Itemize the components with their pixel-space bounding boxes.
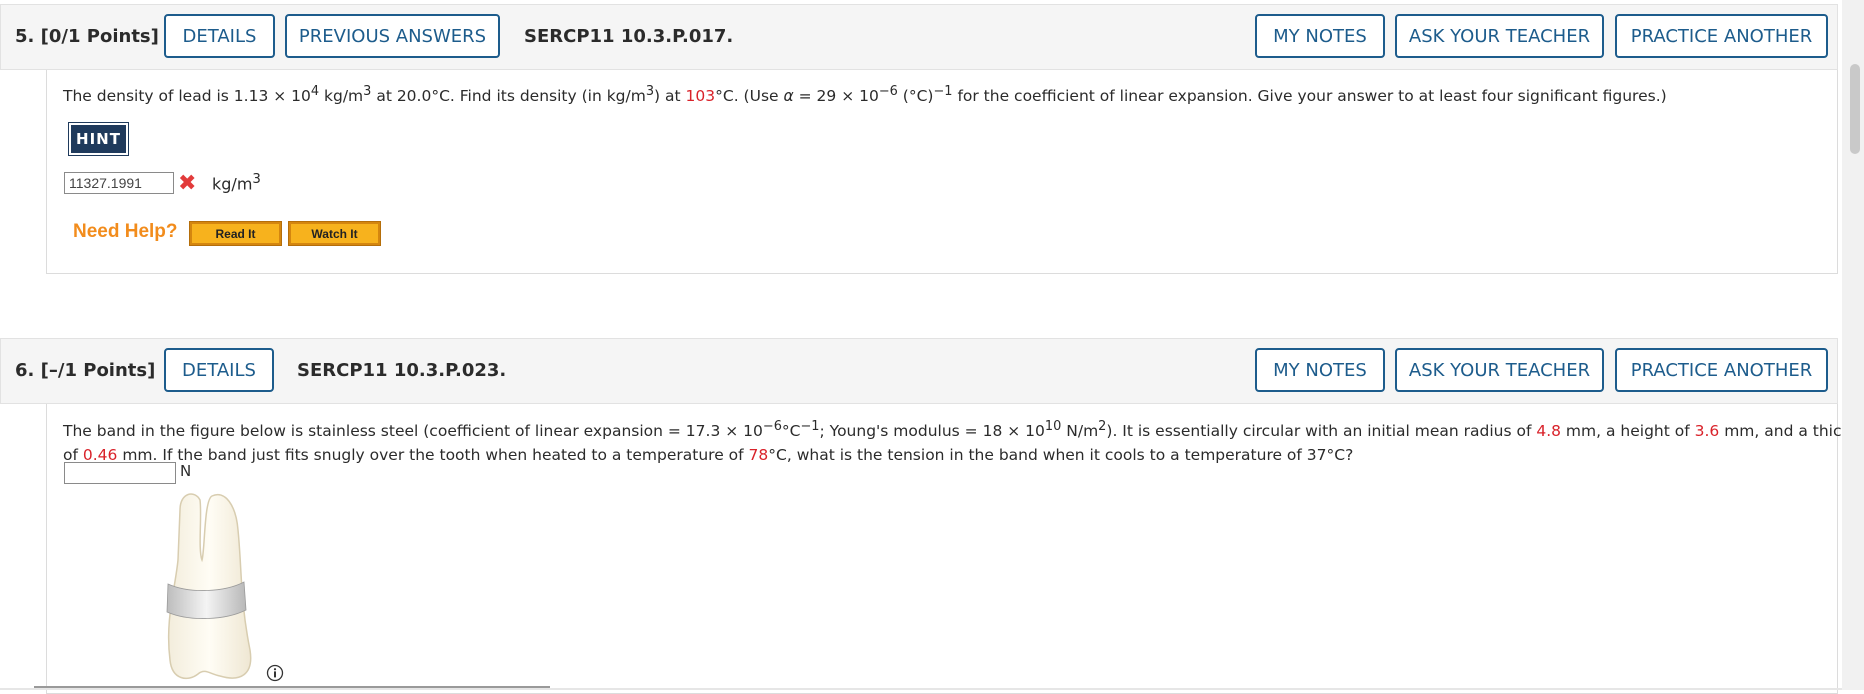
heat-temperature-value: 78 [748, 446, 769, 465]
temperature-value: 103 [685, 87, 716, 106]
watch-it-button[interactable]: Watch It [288, 221, 381, 246]
previous-answers-button[interactable]: PREVIOUS ANSWERS [285, 14, 500, 58]
hint-button[interactable]: HINT [68, 122, 129, 156]
info-icon[interactable] [266, 664, 284, 682]
scrollbar-thumb[interactable] [1850, 64, 1860, 154]
details-button[interactable]: DETAILS [164, 348, 274, 392]
radius-value: 4.8 [1536, 422, 1561, 441]
answer-input[interactable] [64, 172, 174, 194]
practice-another-button[interactable]: PRACTICE ANOTHER [1615, 348, 1828, 392]
question-number: 6. [–/1 Points] [15, 360, 156, 381]
x-mark-icon: ✖ [178, 171, 197, 196]
read-it-button[interactable]: Read It [189, 221, 282, 246]
answer-unit: N [180, 462, 192, 480]
question-code: SERCP11 10.3.P.017. [524, 26, 734, 47]
my-notes-button[interactable]: MY NOTES [1255, 14, 1385, 58]
vertical-scrollbar[interactable] [1842, 0, 1864, 690]
question-6-header: 6. [–/1 Points] DETAILS SERCP11 10.3.P.0… [0, 338, 1838, 404]
ask-your-teacher-button[interactable]: ASK YOUR TEACHER [1395, 348, 1604, 392]
question-5-header: 5. [0/1 Points] DETAILS PREVIOUS ANSWERS… [0, 4, 1838, 70]
answer-unit: kg/m3 [212, 172, 261, 194]
details-button[interactable]: DETAILS [164, 14, 275, 58]
question-number: 5. [0/1 Points] [15, 26, 159, 47]
question-code: SERCP11 10.3.P.023. [297, 360, 507, 381]
need-help-label: Need Help? [73, 221, 178, 242]
answer-input[interactable] [64, 462, 176, 484]
my-notes-button[interactable]: MY NOTES [1255, 348, 1385, 392]
question-5-text: The density of lead is 1.13 × 104 kg/m3 … [63, 84, 1667, 106]
question-6-text: The band in the figure below is stainles… [63, 419, 1864, 465]
practice-another-button[interactable]: PRACTICE ANOTHER [1615, 14, 1828, 58]
height-value: 3.6 [1694, 422, 1720, 441]
tooth-with-band-figure [166, 493, 252, 680]
ask-your-teacher-button[interactable]: ASK YOUR TEACHER [1395, 14, 1604, 58]
